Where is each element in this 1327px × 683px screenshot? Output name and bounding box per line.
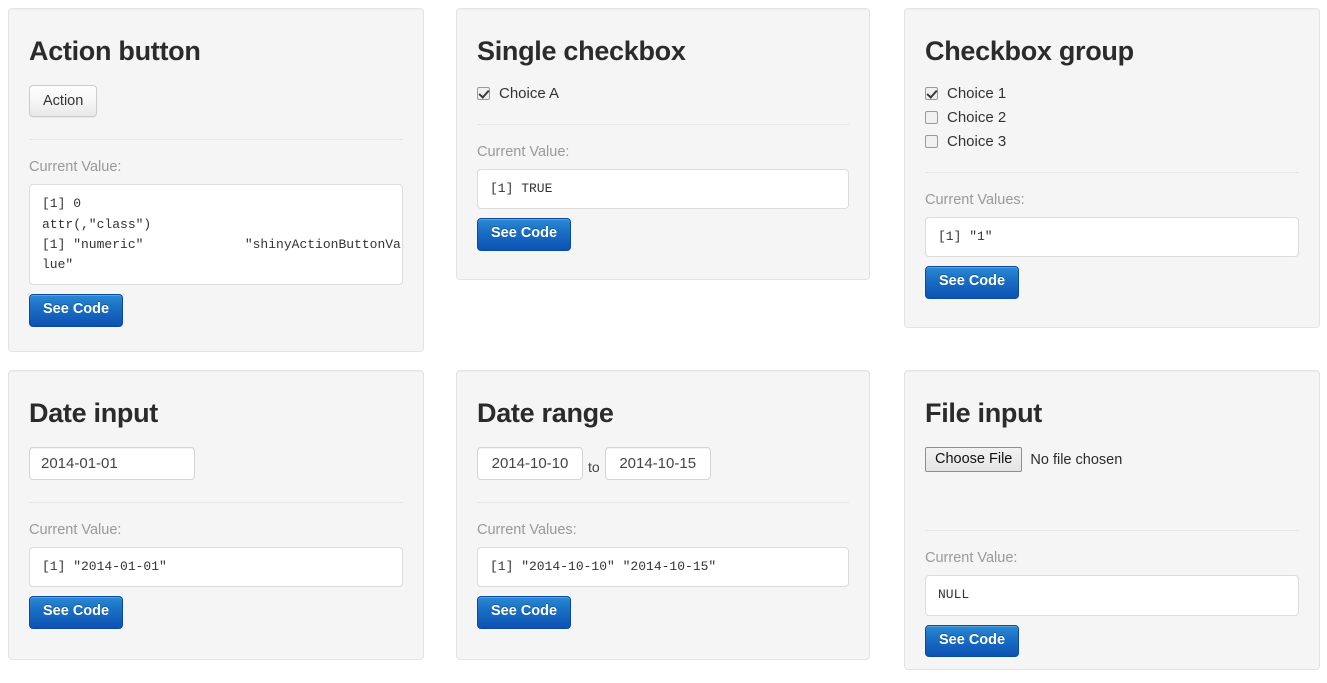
checkbox-group-row-1[interactable]: Choice 1 — [925, 85, 1299, 102]
panel-checkbox-group: Checkbox group Choice 1 Choice 2 Choice … — [904, 8, 1320, 328]
verbatim-output-date-range: [1] "2014-10-10" "2014-10-15" — [477, 546, 849, 587]
panel-title-file-input: File input — [925, 398, 1042, 428]
file-name-label: No file chosen — [1030, 451, 1123, 468]
panel-divider — [29, 501, 403, 503]
panel-divider — [925, 171, 1299, 173]
checkbox-icon[interactable] — [477, 86, 490, 100]
see-code-button[interactable]: See Code — [29, 595, 124, 629]
panel-title-single-checkbox: Single checkbox — [477, 36, 686, 66]
current-value-label: Current Value: — [29, 521, 122, 538]
action-button[interactable]: Action — [29, 84, 98, 118]
panel-divider — [29, 139, 403, 141]
current-value-label: Current Value: — [29, 159, 122, 176]
panel-title-date-range: Date range — [477, 398, 614, 428]
checkbox-icon[interactable] — [925, 110, 938, 124]
panel-title-checkbox-group: Checkbox group — [925, 36, 1134, 66]
see-code-button[interactable]: See Code — [925, 265, 1020, 299]
verbatim-output-single-checkbox: [1] TRUE — [477, 168, 849, 209]
checkbox-group-row-3[interactable]: Choice 3 — [925, 133, 1299, 150]
current-values-label: Current Values: — [477, 521, 577, 538]
current-value-label: Current Value: — [477, 143, 570, 160]
see-code-button[interactable]: See Code — [29, 293, 124, 327]
date-range-group: to — [477, 446, 849, 480]
current-values-label: Current Values: — [925, 191, 1025, 208]
checkbox-group-label-3: Choice 3 — [947, 132, 1007, 150]
date-range-separator: to — [588, 458, 600, 475]
verbatim-output-file-input: NULL — [925, 575, 1299, 616]
panel-date-range: Date range to Current Values: [1] "2014-… — [456, 370, 870, 660]
verbatim-output-action-button: [1] 0 attr(,"class") [1] "numeric" "shin… — [29, 184, 403, 285]
widgets-gallery-grid: Action button Action Current Value: [1] … — [0, 0, 1327, 683]
single-checkbox-label: Choice A — [499, 84, 560, 102]
panel-divider — [925, 530, 1299, 532]
see-code-button[interactable]: See Code — [477, 217, 572, 251]
panel-file-input: File input Choose File No file chosen Cu… — [904, 370, 1320, 670]
see-code-button[interactable]: See Code — [477, 595, 572, 629]
verbatim-output-date-input: [1] "2014-01-01" — [29, 546, 403, 587]
checkbox-group-label-1: Choice 1 — [947, 84, 1007, 102]
panel-date-input: Date input Current Value: [1] "2014-01-0… — [8, 370, 424, 660]
verbatim-output-checkbox-group: [1] "1" — [925, 216, 1299, 257]
see-code-button[interactable]: See Code — [925, 624, 1020, 658]
panel-single-checkbox: Single checkbox Choice A Current Value: … — [456, 8, 870, 280]
checkbox-icon[interactable] — [925, 86, 938, 100]
panel-divider — [477, 123, 849, 125]
panel-title-action-button: Action button — [29, 36, 201, 66]
panel-title-date-input: Date input — [29, 398, 158, 428]
date-input-field[interactable] — [29, 446, 195, 480]
file-input-group[interactable]: Choose File No file chosen — [925, 446, 1299, 473]
date-range-start-field[interactable] — [477, 446, 583, 480]
checkbox-group-label-2: Choice 2 — [947, 108, 1007, 126]
checkbox-icon[interactable] — [925, 134, 938, 148]
single-checkbox-row[interactable]: Choice A — [477, 85, 849, 102]
panel-divider — [477, 501, 849, 503]
panel-action-button: Action button Action Current Value: [1] … — [8, 8, 424, 352]
choose-file-button[interactable]: Choose File — [925, 446, 1023, 473]
file-input-spacer — [925, 472, 1299, 508]
date-range-end-field[interactable] — [604, 446, 711, 480]
current-value-label: Current Value: — [925, 550, 1018, 567]
checkbox-group-row-2[interactable]: Choice 2 — [925, 109, 1299, 126]
